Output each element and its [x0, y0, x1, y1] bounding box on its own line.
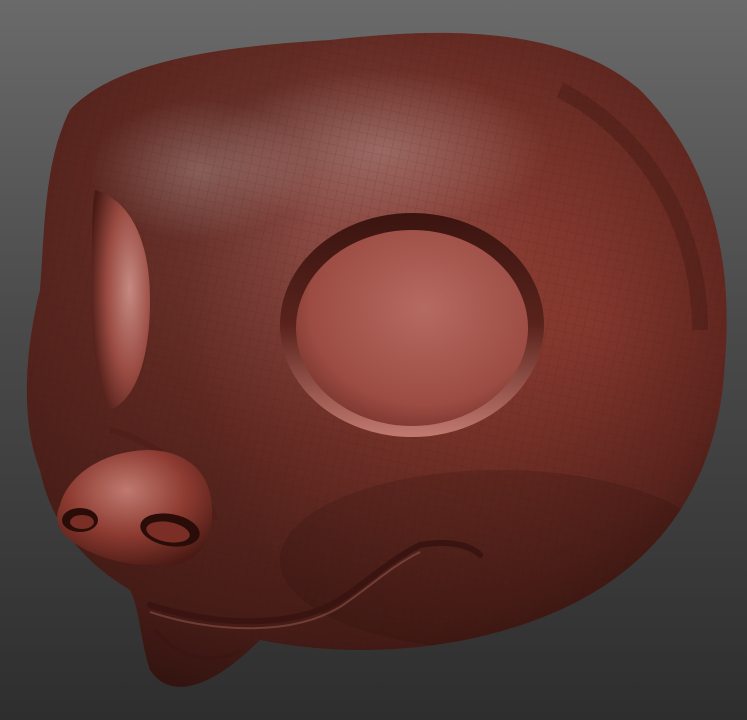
sculpt-viewport[interactable]	[0, 0, 747, 720]
sculpted-head-render	[26, 32, 727, 687]
eye-surface	[296, 230, 528, 426]
